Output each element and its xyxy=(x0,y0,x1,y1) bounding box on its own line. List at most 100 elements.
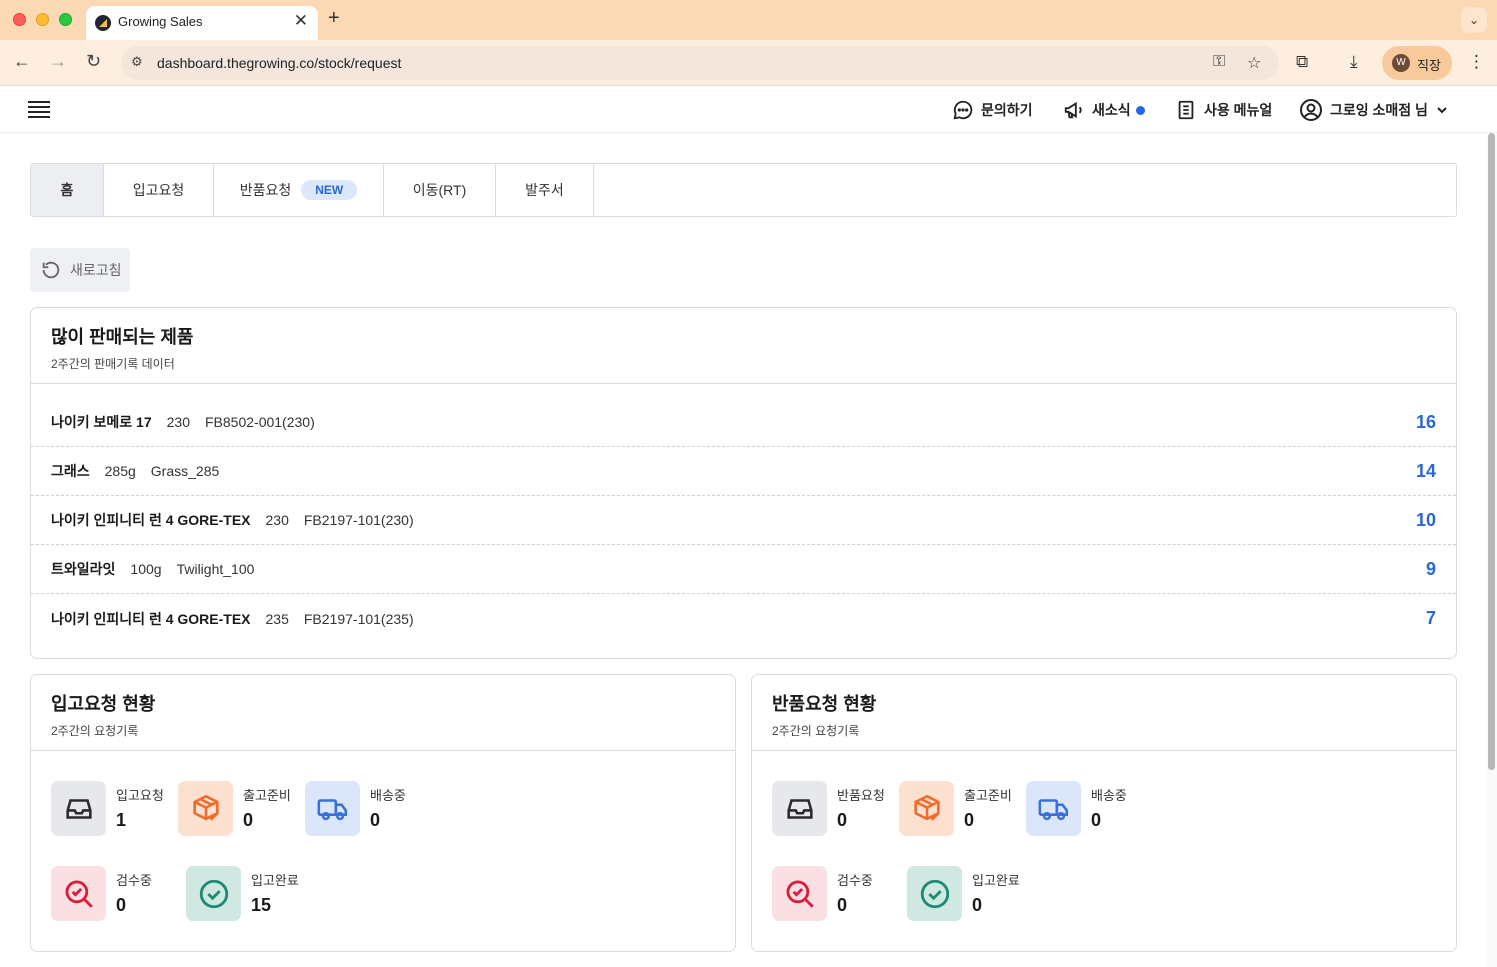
manual-link[interactable]: 사용 메뉴얼 xyxy=(1175,98,1272,122)
package-check-icon xyxy=(178,781,233,836)
scrollbar-thumb[interactable] xyxy=(1488,133,1495,770)
refresh-icon xyxy=(42,261,60,279)
browser-toolbar: ← → ↻ ⚙ dashboard.thegrowing.co/stock/re… xyxy=(0,40,1497,86)
card-subtitle: 2주간의 판매기록 데이터 xyxy=(51,357,175,371)
site-info-icon[interactable]: ⚙ xyxy=(131,54,143,70)
user-menu[interactable]: 그로잉 소매점 님 xyxy=(1299,98,1455,122)
stat-value: 0 xyxy=(116,895,127,915)
stat-label: 출고준비 xyxy=(243,788,291,803)
stat-value: 0 xyxy=(837,895,848,915)
product-option: 285g xyxy=(104,463,136,479)
favicon-icon xyxy=(95,15,111,31)
product-name: 트와일라잇 xyxy=(51,561,116,577)
search-check-icon xyxy=(772,866,827,921)
product-option: 235 xyxy=(265,610,289,627)
stat-label: 입고요청 xyxy=(116,788,164,803)
tab-search-icon[interactable]: ⌄ xyxy=(1461,7,1487,33)
bookmark-star-icon[interactable]: ☆ xyxy=(1247,53,1261,73)
inquiry-link[interactable]: 문의하기 xyxy=(952,98,1033,122)
hamburger-menu-icon[interactable] xyxy=(28,101,50,119)
back-icon[interactable]: ← xyxy=(13,51,31,72)
stat-label: 입고완료 xyxy=(972,873,1020,888)
list-item[interactable]: 트와일라잇 100g Twilight_100 9 xyxy=(31,545,1456,594)
card-subtitle: 2주간의 요청기록 xyxy=(772,724,860,738)
truck-icon xyxy=(305,781,360,836)
browser-tabbar: Growing Sales ✕ + ⌄ xyxy=(0,0,1497,40)
best-sellers-card: 많이 판매되는 제품 2주간의 판매기록 데이터 나이키 보메로 17 230 … xyxy=(30,307,1457,659)
sales-count: 16 xyxy=(1415,411,1436,432)
check-circle-icon xyxy=(186,866,241,921)
inbox-tray-icon xyxy=(772,781,827,836)
list-item[interactable]: 나이키 보메로 17 230 FB8502-001(230) 16 xyxy=(31,398,1456,447)
product-code: FB2197-101(230) xyxy=(303,512,414,528)
tab-title: Growing Sales xyxy=(118,14,203,29)
stat-value: 0 xyxy=(964,810,975,830)
tab-home[interactable]: 홈 xyxy=(31,164,104,216)
reload-icon[interactable]: ↻ xyxy=(86,51,101,72)
tab-transfer-rt[interactable]: 이동(RT) xyxy=(384,164,496,216)
sales-count: 14 xyxy=(1415,460,1436,481)
manual-label: 사용 메뉴얼 xyxy=(1204,102,1273,118)
close-tab-icon[interactable]: ✕ xyxy=(294,11,308,31)
download-icon[interactable]: ⤓ xyxy=(1350,52,1358,72)
profile-label: 직장 xyxy=(1417,58,1441,73)
card-title: 반품요청 현황 xyxy=(772,694,877,714)
user-circle-icon xyxy=(1300,99,1322,121)
tab-inbound-request[interactable]: 입고요청 xyxy=(104,164,214,216)
check-circle-icon xyxy=(907,866,962,921)
news-link[interactable]: 새소식 xyxy=(1063,98,1145,122)
new-tab-icon[interactable]: + xyxy=(328,7,340,30)
refresh-button[interactable]: 새로고침 xyxy=(30,248,130,292)
stat-value: 0 xyxy=(837,810,848,830)
product-name: 나이키 보메로 17 xyxy=(51,414,152,430)
inquiry-label: 문의하기 xyxy=(981,102,1033,118)
tab-label: 입고요청 xyxy=(132,182,185,198)
chevron-down-icon xyxy=(1437,107,1447,114)
minimize-window-button[interactable] xyxy=(36,13,49,26)
url-text[interactable]: dashboard.thegrowing.co/stock/request xyxy=(157,55,401,71)
sales-count: 7 xyxy=(1425,608,1436,628)
package-check-icon xyxy=(899,781,954,836)
megaphone-icon xyxy=(1064,101,1082,119)
tab-label: 반품요청 xyxy=(239,182,292,198)
stat-label: 검수중 xyxy=(116,873,152,888)
forward-icon[interactable]: → xyxy=(49,51,67,72)
tab-purchase-order[interactable]: 발주서 xyxy=(496,164,594,216)
app-header: 문의하기 새소식 사용 메뉴얼 그로잉 소매점 님 xyxy=(0,87,1497,133)
extensions-icon[interactable]: ⧉ xyxy=(1296,52,1308,72)
section-tabs: 홈 입고요청 반품요청 NEW 이동(RT) 발주서 xyxy=(30,163,1457,217)
card-header: 입고요청 현황 2주간의 요청기록 xyxy=(31,675,735,751)
product-name: 그래스 xyxy=(51,463,90,479)
tab-return-request[interactable]: 반품요청 NEW xyxy=(214,164,384,216)
card-header: 반품요청 현황 2주간의 요청기록 xyxy=(752,675,1456,751)
list-item[interactable]: 나이키 인피니티 런 4 GORE-TEX 235 FB2197-101(235… xyxy=(31,594,1456,643)
browser-tab[interactable]: Growing Sales ✕ xyxy=(86,6,318,40)
return-status-card: 반품요청 현황 2주간의 요청기록 반품요청 0 출고준비 0 배송중 0 검수… xyxy=(751,674,1457,952)
stat-value: 0 xyxy=(972,895,983,915)
list-item[interactable]: 나이키 인피니티 런 4 GORE-TEX 230 FB2197-101(230… xyxy=(31,496,1456,545)
tab-label: 이동(RT) xyxy=(412,182,467,198)
stat-label: 배송중 xyxy=(1091,788,1127,803)
search-check-icon xyxy=(51,866,106,921)
card-header: 많이 판매되는 제품 2주간의 판매기록 데이터 xyxy=(31,308,1456,384)
list-item[interactable]: 그래스 285g Grass_285 14 xyxy=(31,447,1456,496)
stat-value: 0 xyxy=(370,810,381,830)
more-menu-icon[interactable]: ⋮ xyxy=(1468,52,1485,72)
close-window-button[interactable] xyxy=(13,13,26,26)
zoom-window-button[interactable] xyxy=(59,13,72,26)
password-key-icon[interactable]: ⚿ xyxy=(1213,53,1225,71)
address-bar[interactable]: ⚙ dashboard.thegrowing.co/stock/request … xyxy=(121,46,1279,80)
scrollbar[interactable] xyxy=(1486,133,1497,967)
card-subtitle: 2주간의 요청기록 xyxy=(51,724,139,738)
product-name: 나이키 인피니티 런 4 GORE-TEX xyxy=(51,610,251,627)
avatar: W xyxy=(1392,54,1410,72)
tab-label: 발주서 xyxy=(525,182,564,198)
profile-button[interactable]: W 직장 xyxy=(1382,46,1452,80)
product-code: FB8502-001(230) xyxy=(205,414,315,430)
card-title: 많이 판매되는 제품 xyxy=(51,327,194,347)
new-badge: NEW xyxy=(301,180,358,200)
card-title: 입고요청 현황 xyxy=(51,694,156,714)
stat-label: 검수중 xyxy=(837,873,873,888)
product-code: Grass_285 xyxy=(150,463,220,479)
chat-bubble-icon xyxy=(953,100,973,120)
